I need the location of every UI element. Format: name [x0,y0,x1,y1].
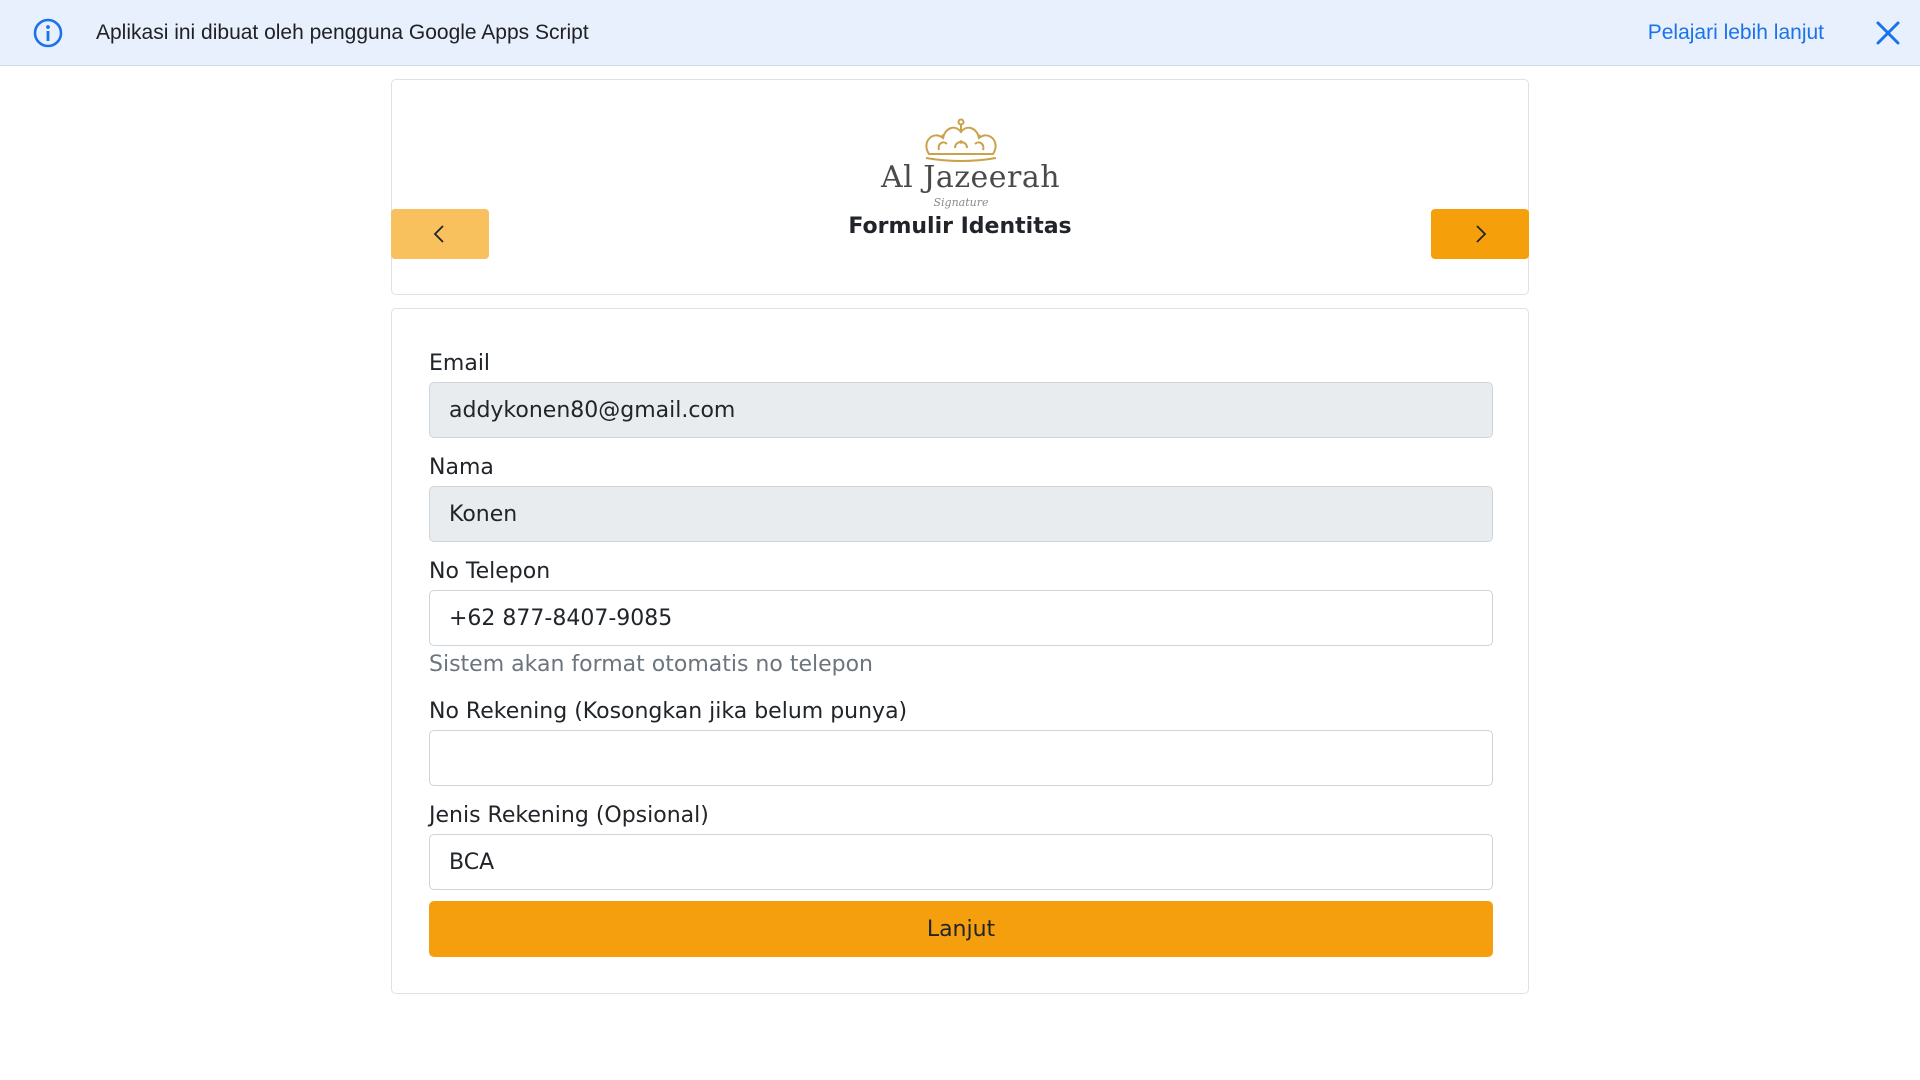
next-button[interactable] [1431,209,1529,259]
banner-message: Aplikasi ini dibuat oleh pengguna Google… [96,21,589,44]
close-icon[interactable] [1872,17,1904,49]
email-label: Email [429,351,491,376]
name-field[interactable] [429,486,1493,542]
page-title: Formulir Identitas [848,214,1072,239]
identity-form: Email Nama No Telepon Sistem akan format… [391,308,1529,994]
header-card: Al Jazeerah Signature Formulir Identitas [391,79,1529,295]
account-number-field[interactable] [429,730,1493,786]
crown-icon [925,118,997,162]
email-field[interactable] [429,382,1493,438]
phone-label: No Telepon [429,559,551,584]
logo-wordmark: Al Jazeerah [881,160,1061,195]
name-label: Nama [429,455,494,480]
phone-field[interactable] [429,590,1493,646]
apps-script-banner: Aplikasi ini dibuat oleh pengguna Google… [0,0,1920,66]
chevron-right-icon [1476,225,1487,243]
learn-more-link[interactable]: Pelajari lebih lanjut [1648,0,1824,66]
logo-signature: Signature [933,196,989,209]
info-icon [32,17,64,49]
continue-button[interactable]: Lanjut [429,901,1493,957]
brand-logo: Al Jazeerah Signature [881,114,1061,214]
account-type-field[interactable] [429,834,1493,890]
account-type-label: Jenis Rekening (Opsional) [429,803,709,828]
phone-help-text: Sistem akan format otomatis no telepon [429,652,873,677]
account-number-label: No Rekening (Kosongkan jika belum punya) [429,699,908,724]
